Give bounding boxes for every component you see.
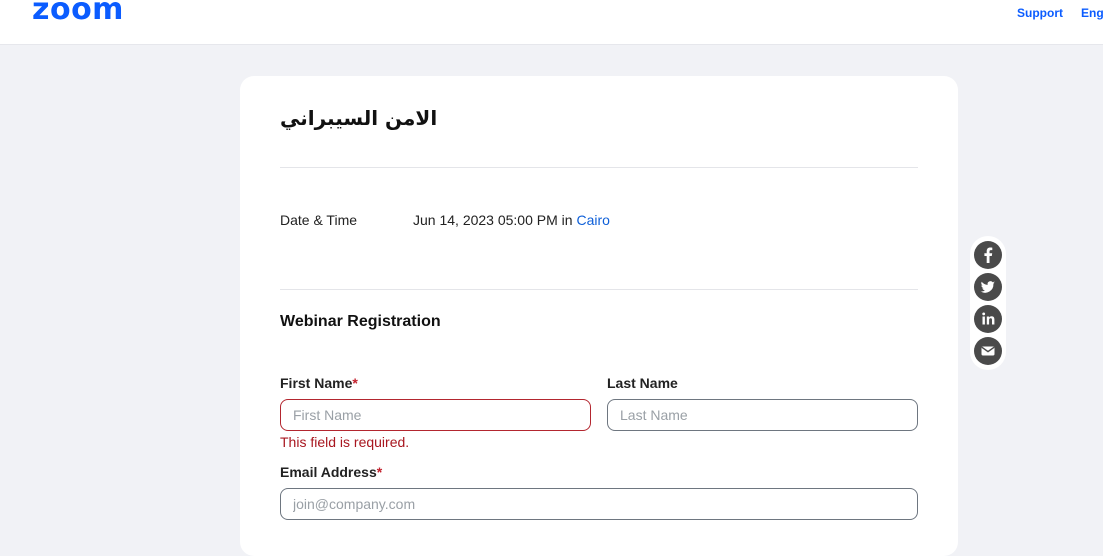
email-icon[interactable] — [974, 337, 1002, 365]
required-mark: * — [352, 375, 358, 391]
last-name-input[interactable] — [607, 399, 918, 431]
facebook-icon[interactable] — [974, 241, 1002, 269]
date-time-label: Date & Time — [280, 212, 358, 228]
section-title: Webinar Registration — [280, 313, 441, 330]
first-name-label: First Name* — [280, 375, 358, 391]
divider — [280, 167, 918, 168]
top-nav-bar: zoom Support Engl — [0, 0, 1103, 45]
required-mark: * — [376, 464, 383, 480]
webinar-title-text: الامن السيبراني — [280, 106, 438, 130]
email-label-text: Email Address — [280, 464, 377, 480]
last-name-label: Last Name — [607, 375, 678, 391]
first-name-label-text: First Name — [280, 375, 353, 391]
zoom-logo[interactable]: zoom — [32, 0, 124, 27]
email-input[interactable] — [280, 488, 918, 520]
twitter-icon[interactable] — [974, 273, 1002, 301]
date-time-text: Jun 14, 2023 05:00 PM in — [413, 212, 577, 228]
divider — [280, 289, 918, 290]
webinar-title: الامن السيبراني — [280, 106, 918, 130]
linkedin-icon[interactable] — [974, 305, 1002, 333]
registration-card: الامن السيبراني Date & Time Jun 14, 2023… — [240, 76, 958, 556]
language-selector[interactable]: Engl — [1081, 6, 1103, 20]
first-name-error: This field is required. — [280, 434, 410, 450]
support-link[interactable]: Support — [1017, 6, 1063, 20]
email-label: Email Address* — [280, 464, 382, 480]
first-name-input[interactable] — [280, 399, 591, 431]
timezone-link[interactable]: Cairo — [576, 212, 609, 228]
date-time-value: Jun 14, 2023 05:00 PM in Cairo — [413, 212, 610, 228]
share-bar — [970, 236, 1006, 370]
